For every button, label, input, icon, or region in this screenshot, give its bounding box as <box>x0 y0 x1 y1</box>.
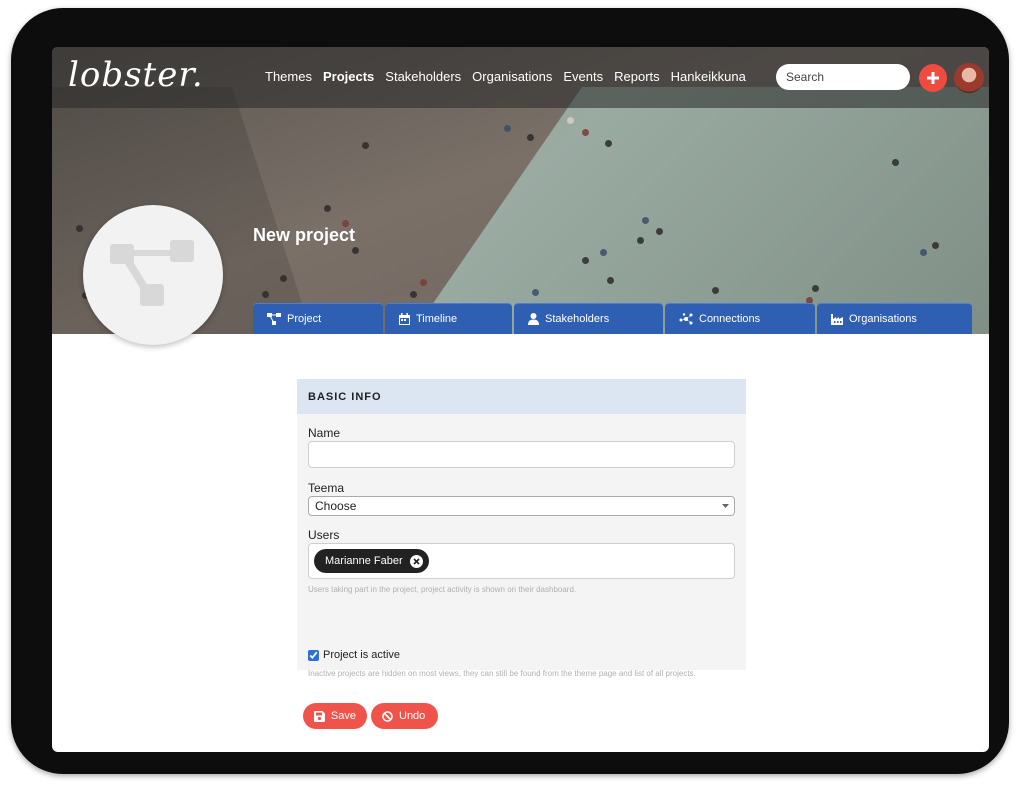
nav-item-reports[interactable]: Reports <box>614 69 660 84</box>
project-tree-icon <box>267 313 281 325</box>
save-button[interactable]: Save <box>303 703 367 729</box>
page-title: New project <box>253 225 356 245</box>
crowd-figure <box>280 275 287 282</box>
tab-organisations-label: Organisations <box>849 313 917 325</box>
save-icon <box>314 710 325 722</box>
user-icon <box>528 313 539 325</box>
users-help-text: Users taking part in the project, projec… <box>308 585 577 594</box>
project-active-checkbox[interactable] <box>308 649 319 661</box>
nav-item-hankeikkuna[interactable]: Hankeikkuna <box>671 69 746 84</box>
crowd-figure <box>600 249 607 256</box>
tab-organisations[interactable]: Organisations <box>817 303 972 334</box>
app-screen: lobster. Themes Projects Stakeholders Or… <box>52 47 989 752</box>
crowd-figure <box>567 117 574 124</box>
app-logo[interactable]: lobster. <box>68 55 204 95</box>
tab-stakeholders[interactable]: Stakeholders <box>514 303 663 334</box>
crowd-figure <box>420 279 427 286</box>
tab-project-label: Project <box>287 313 322 325</box>
user-avatar[interactable] <box>954 63 984 93</box>
connections-icon <box>679 313 693 325</box>
remove-user-button[interactable] <box>409 554 423 568</box>
project-active-label[interactable]: Project is active <box>323 649 400 661</box>
crowd-figure <box>812 285 819 292</box>
undo-button[interactable]: Undo <box>371 703 438 729</box>
ban-icon <box>382 710 393 722</box>
crowd-figure <box>324 205 331 212</box>
project-tree-icon <box>110 240 194 306</box>
top-navbar: lobster. Themes Projects Stakeholders Or… <box>52 47 989 108</box>
tab-project[interactable]: Project <box>253 303 383 334</box>
crowd-figure <box>656 228 663 235</box>
calendar-icon <box>399 313 410 325</box>
basic-info-card: BASIC INFO Name Teema Choose Users Maria… <box>297 379 746 678</box>
search-input[interactable] <box>776 64 910 90</box>
tab-stakeholders-label: Stakeholders <box>545 313 610 325</box>
crowd-figure <box>76 225 83 232</box>
crowd-figure <box>532 289 539 296</box>
teema-select[interactable]: Choose <box>308 496 735 516</box>
crowd-figure <box>605 140 612 147</box>
crowd-figure <box>712 287 719 294</box>
crowd-figure <box>582 129 589 136</box>
teema-selected-value: Choose <box>315 499 357 513</box>
name-field[interactable] <box>308 441 735 468</box>
active-help-text: Inactive projects are hidden on most vie… <box>308 669 696 678</box>
project-tabs: Project Timeline Stakeholders Connection… <box>253 303 974 334</box>
tab-timeline[interactable]: Timeline <box>385 303 512 334</box>
nav-item-themes[interactable]: Themes <box>265 69 312 84</box>
plus-icon <box>927 72 939 84</box>
main-nav: Themes Projects Stakeholders Organisatio… <box>265 69 757 84</box>
tab-timeline-label: Timeline <box>416 313 458 325</box>
tablet-frame: lobster. Themes Projects Stakeholders Or… <box>11 8 1009 774</box>
add-button[interactable] <box>919 64 947 92</box>
teema-label: Teema <box>308 481 345 495</box>
industry-icon <box>831 313 843 325</box>
section-title: BASIC INFO <box>297 379 746 414</box>
project-image-placeholder[interactable] <box>83 205 223 345</box>
crowd-figure <box>637 237 644 244</box>
crowd-figure <box>352 247 359 254</box>
project-active-row: Project is active <box>308 649 400 661</box>
nav-item-projects[interactable]: Projects <box>323 69 374 84</box>
crowd-figure <box>642 217 649 224</box>
nav-item-events[interactable]: Events <box>563 69 603 84</box>
crowd-figure <box>527 134 534 141</box>
crowd-figure <box>504 125 511 132</box>
crowd-figure <box>410 291 417 298</box>
nav-item-organisations[interactable]: Organisations <box>472 69 552 84</box>
users-multiselect[interactable]: Marianne Faber <box>308 543 735 579</box>
crowd-figure <box>920 249 927 256</box>
crowd-figure <box>932 242 939 249</box>
user-chip-label: Marianne Faber <box>325 555 403 567</box>
tab-connections[interactable]: Connections <box>665 303 815 334</box>
user-chip: Marianne Faber <box>314 549 429 573</box>
save-label: Save <box>330 710 356 722</box>
crowd-figure <box>262 291 269 298</box>
crowd-figure <box>607 277 614 284</box>
close-icon <box>413 557 420 565</box>
crowd-figure <box>582 257 589 264</box>
nav-item-stakeholders[interactable]: Stakeholders <box>385 69 461 84</box>
chevron-down-icon <box>722 504 729 508</box>
crowd-figure <box>892 159 899 166</box>
crowd-figure <box>362 142 369 149</box>
undo-label: Undo <box>399 710 426 722</box>
users-label: Users <box>308 528 340 542</box>
tab-connections-label: Connections <box>699 313 761 325</box>
name-label: Name <box>308 426 341 440</box>
